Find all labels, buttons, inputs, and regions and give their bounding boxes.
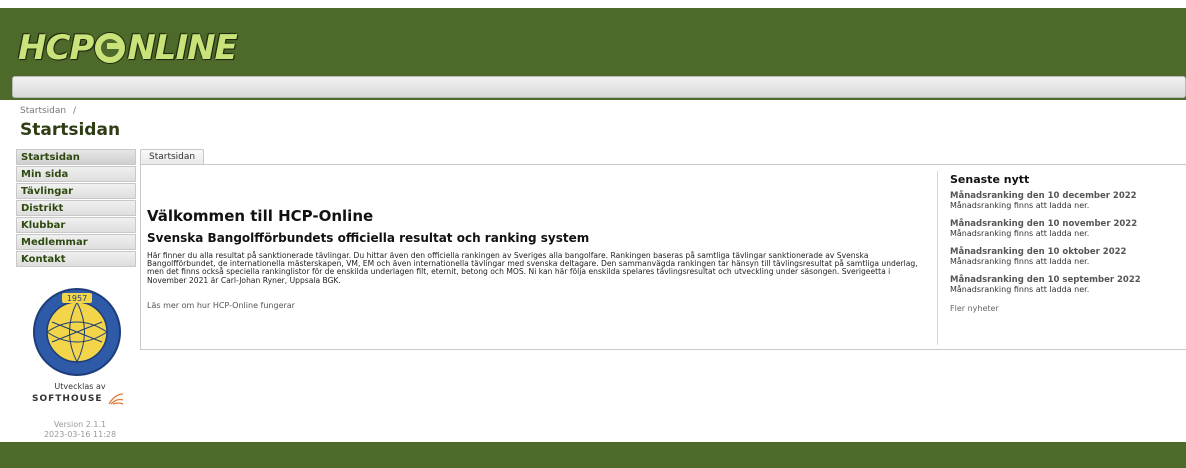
sidebar-item-startsidan[interactable]: Startsidan [16,149,136,165]
logo-arrow-icon [95,33,126,63]
logo-text-left: HCP [18,28,94,68]
breadcrumb-item[interactable]: Startsidan [20,106,66,116]
news-item[interactable]: Månadsranking den 10 december 2022 Månad… [950,192,1186,211]
news-item-body: Månadsranking finns att ladda ner. [950,201,1090,210]
news-title: Senaste nytt [950,173,1030,186]
softhouse-swirl-icon [107,393,123,405]
page-panel: Startsidan / Startsidan Startsidan Min s… [12,102,1186,442]
top-strip [0,0,1186,8]
news-item-title[interactable]: Månadsranking den 10 november 2022 [950,220,1186,229]
softhouse-logo[interactable]: SOFTHOUSE [32,392,125,406]
top-nav-bar [12,76,1186,98]
breadcrumb: Startsidan / [20,106,76,116]
sidebar-nav: Startsidan Min sida Tävlingar Distrikt K… [16,149,136,268]
news-item-body: Månadsranking finns att ladda ner. [950,285,1090,294]
welcome-heading: Välkommen till HCP-Online [147,207,374,225]
tab-startsidan[interactable]: Startsidan [140,149,205,165]
sidebar-item-klubbar[interactable]: Klubbar [16,217,136,233]
main-column: Välkommen till HCP-Online Svenska Bangol… [147,165,929,351]
federation-seal-icon: 1957 [33,288,121,376]
softhouse-text: SOFTHOUSE [32,394,103,404]
more-news-link[interactable]: Fler nyheter [950,304,1186,313]
intro-text: Här finner du alla resultat på sanktione… [147,251,918,285]
sidebar-item-tavlingar[interactable]: Tävlingar [16,183,136,199]
news-item-title[interactable]: Månadsranking den 10 oktober 2022 [950,248,1186,257]
news-item-body: Månadsranking finns att ladda ner. [950,257,1090,266]
page-title: Startsidan [20,120,121,140]
version-info: Version 2.1.1 2023-03-16 11:28 [30,420,130,440]
news-item-title[interactable]: Månadsranking den 10 september 2022 [950,276,1186,285]
sub-heading: Svenska Bangolfförbundets officiella res… [147,231,590,245]
news-item-title[interactable]: Månadsranking den 10 december 2022 [950,192,1186,201]
sidebar-item-distrikt[interactable]: Distrikt [16,200,136,216]
news-panel: Senaste nytt Månadsranking den 10 decemb… [937,171,1186,345]
site-header: HCP NLINE [0,8,1186,100]
developer-label: Utvecklas av [54,382,106,391]
content-box: Välkommen till HCP-Online Svenska Bangol… [140,164,1186,350]
news-item[interactable]: Månadsranking den 10 oktober 2022 Månads… [950,248,1186,267]
sidebar-item-min-sida[interactable]: Min sida [16,166,136,182]
hcp-online-logo[interactable]: HCP NLINE [18,28,238,68]
news-item[interactable]: Månadsranking den 10 november 2022 Månad… [950,220,1186,239]
logo-text-right: NLINE [127,28,237,68]
seal-year: 1957 [67,294,87,303]
site-footer [0,442,1186,468]
sidebar-item-kontakt[interactable]: Kontakt [16,251,136,267]
build-date: 2023-03-16 11:28 [43,430,117,439]
news-item[interactable]: Månadsranking den 10 september 2022 Måna… [950,276,1186,295]
read-more-link[interactable]: Läs mer om hur HCP-Online fungerar [147,301,295,310]
version-number: Version 2.1.1 [53,420,107,429]
news-item-body: Månadsranking finns att ladda ner. [950,229,1090,238]
breadcrumb-separator: / [72,106,77,116]
sidebar-item-medlemmar[interactable]: Medlemmar [16,234,136,250]
